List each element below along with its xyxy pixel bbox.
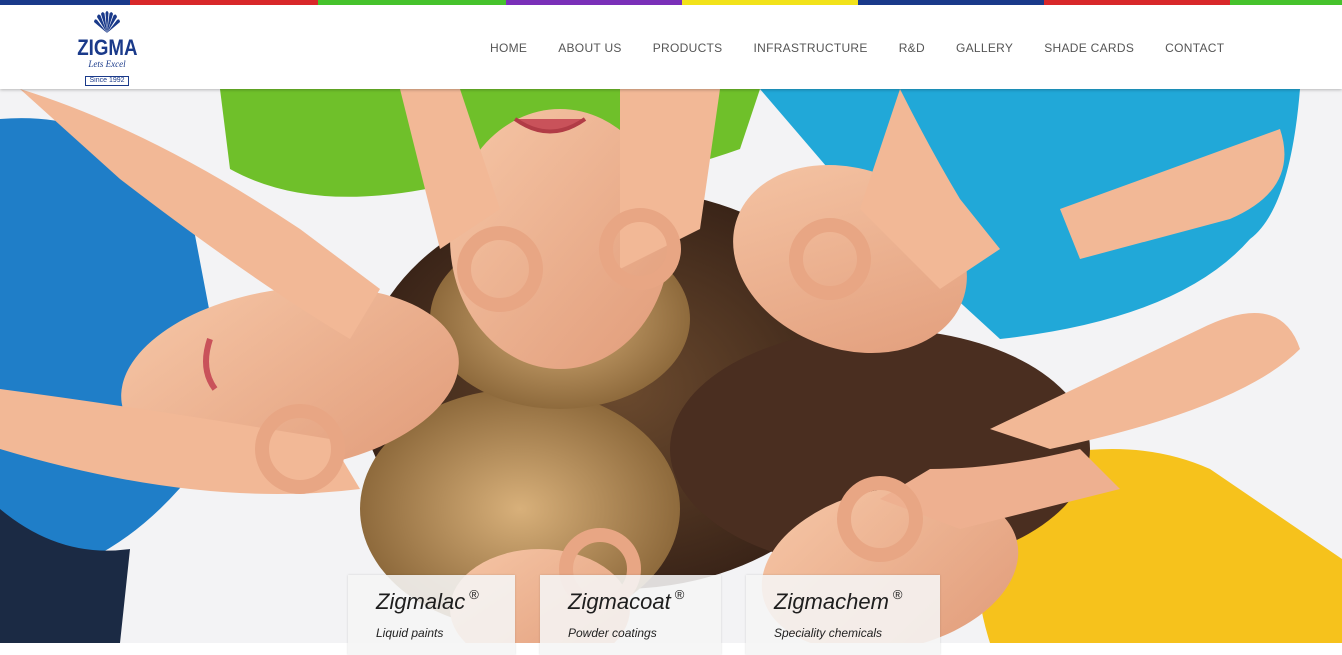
shell-logo-icon (94, 11, 120, 33)
nav-gallery[interactable]: GALLERY (956, 41, 1013, 55)
nav-contact[interactable]: CONTACT (1165, 41, 1224, 55)
product-card-zigmacoat[interactable]: Zigmacoat ® Powder coatings (540, 575, 721, 655)
main-nav: HOME ABOUT US PRODUCTS INFRASTRUCTURE R&… (490, 41, 1224, 55)
nav-infrastructure[interactable]: INFRASTRUCTURE (753, 41, 867, 55)
children-lying-in-circle-hero-photo (0, 89, 1342, 643)
nav-about-us[interactable]: ABOUT US (558, 41, 622, 55)
logo-name: ZIGMA (77, 35, 138, 60)
product-cards: Zigmalac ® Liquid paints Zigmacoat ® Powde… (0, 575, 1342, 655)
logo-since: Since 1992 (85, 76, 129, 86)
nav-home[interactable]: HOME (490, 41, 527, 55)
nav-shade-cards[interactable]: SHADE CARDS (1044, 41, 1134, 55)
product-title: Zigmalac ® (376, 587, 479, 614)
site-header: ZIGMA Lets Excel Since 1992 HOME ABOUT U… (0, 5, 1342, 89)
product-title: Zigmachem ® (774, 587, 903, 614)
nav-products[interactable]: PRODUCTS (653, 41, 723, 55)
product-card-zigmachem[interactable]: Zigmachem ® Speciality chemicals (746, 575, 940, 655)
nav-r-and-d[interactable]: R&D (899, 41, 925, 55)
product-subtitle: Speciality chemicals (774, 626, 883, 640)
product-title: Zigmacoat ® (568, 587, 685, 614)
hero-banner (0, 89, 1342, 643)
product-subtitle: Liquid paints (376, 626, 444, 640)
registered-mark: ® (674, 587, 685, 602)
registered-mark: ® (892, 587, 903, 602)
color-stripe (0, 0, 1342, 5)
product-card-zigmalac[interactable]: Zigmalac ® Liquid paints (348, 575, 515, 655)
logo[interactable]: ZIGMA Lets Excel Since 1992 (72, 9, 142, 89)
logo-tagline: Lets Excel (88, 59, 126, 69)
registered-mark: ® (469, 587, 479, 602)
product-subtitle: Powder coatings (568, 626, 657, 640)
